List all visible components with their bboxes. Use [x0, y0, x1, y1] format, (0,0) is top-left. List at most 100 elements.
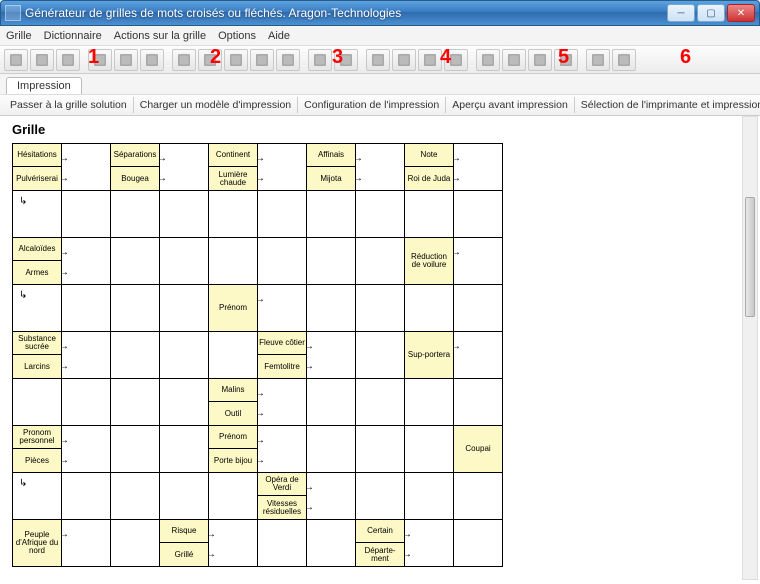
gear-icon[interactable] [586, 49, 610, 71]
minimize-button[interactable]: ─ [667, 4, 695, 22]
menu-actions[interactable]: Actions sur la grille [114, 30, 206, 42]
menu-grille[interactable]: Grille [6, 30, 32, 42]
cell-7-2[interactable] [111, 473, 160, 520]
vertical-scrollbar[interactable] [742, 116, 758, 580]
cell-1-2[interactable] [111, 191, 160, 238]
paste-icon[interactable] [198, 49, 222, 71]
cell-3-9[interactable] [454, 285, 503, 332]
cell-0-7[interactable] [356, 144, 405, 191]
cell-4-6[interactable] [307, 332, 356, 379]
cell-1-4[interactable] [209, 191, 258, 238]
cell-3-6[interactable] [307, 285, 356, 332]
cell-8-9[interactable] [454, 520, 503, 567]
grid-icon[interactable] [4, 49, 28, 71]
cell-2-6[interactable] [307, 238, 356, 285]
cell-8-1[interactable] [62, 520, 111, 567]
cell-0-1[interactable] [62, 144, 111, 191]
import-icon[interactable] [276, 49, 300, 71]
cell-8-4[interactable] [209, 520, 258, 567]
cell-2-5[interactable] [258, 238, 307, 285]
cell-1-8[interactable] [405, 191, 454, 238]
cell-4-9[interactable] [454, 332, 503, 379]
cell-5-7[interactable] [356, 379, 405, 426]
cell-7-1[interactable] [62, 473, 111, 520]
subtoolbar-item-4[interactable]: Sélection de l'imprimante et impression [575, 97, 760, 113]
cell-6-1[interactable] [62, 426, 111, 473]
play-icon[interactable] [308, 49, 332, 71]
book-icon[interactable] [476, 49, 500, 71]
copy-icon[interactable] [172, 49, 196, 71]
globe-icon[interactable] [612, 49, 636, 71]
cell-3-0[interactable]: ↳ [13, 285, 62, 332]
cell-4-2[interactable] [111, 332, 160, 379]
menu-options[interactable]: Options [218, 30, 256, 42]
books-icon[interactable] [502, 49, 526, 71]
cell-8-5[interactable] [258, 520, 307, 567]
cell-0-8[interactable]: NoteRoi de Juda→→ [405, 144, 454, 191]
cell-8-6[interactable] [307, 520, 356, 567]
cell-8-2[interactable] [111, 520, 160, 567]
cell-2-8[interactable]: Réduction de voilure→ [405, 238, 454, 285]
cell-4-4[interactable] [209, 332, 258, 379]
cell-7-9[interactable] [454, 473, 503, 520]
cell-5-5[interactable] [258, 379, 307, 426]
cell-5-0[interactable] [13, 379, 62, 426]
cell-0-4[interactable]: ContinentLumière chaude→→ [209, 144, 258, 191]
cell-7-0[interactable]: ↳ [13, 473, 62, 520]
cell-3-2[interactable] [111, 285, 160, 332]
cell-5-6[interactable] [307, 379, 356, 426]
cell-8-7[interactable]: CertainDéparte-ment→→ [356, 520, 405, 567]
cell-6-3[interactable] [160, 426, 209, 473]
tab-impression[interactable]: Impression [6, 77, 82, 94]
cell-8-8[interactable] [405, 520, 454, 567]
cell-5-8[interactable] [405, 379, 454, 426]
cell-7-5[interactable]: Opéra de VerdiVitesses résiduelles→→ [258, 473, 307, 520]
cell-7-3[interactable] [160, 473, 209, 520]
cell-4-5[interactable]: Fleuve côtierFemtolitre→→ [258, 332, 307, 379]
cell-7-4[interactable] [209, 473, 258, 520]
cell-0-9[interactable] [454, 144, 503, 191]
cell-1-0[interactable]: ↳ [13, 191, 62, 238]
cell-2-7[interactable] [356, 238, 405, 285]
cell-6-5[interactable] [258, 426, 307, 473]
find-icon[interactable] [444, 49, 468, 71]
cell-2-1[interactable] [62, 238, 111, 285]
save-icon[interactable] [114, 49, 138, 71]
cell-2-0[interactable]: AlcaloïdesArmes→→ [13, 238, 62, 285]
cell-1-7[interactable] [356, 191, 405, 238]
cell-4-8[interactable]: Sup-portera→ [405, 332, 454, 379]
cell-0-6[interactable]: AffinaisMijota→→ [307, 144, 356, 191]
cell-4-7[interactable] [356, 332, 405, 379]
tools-icon[interactable] [554, 49, 578, 71]
cell-2-3[interactable] [160, 238, 209, 285]
subtoolbar-item-3[interactable]: Aperçu avant impression [446, 97, 575, 113]
cell-3-1[interactable] [62, 285, 111, 332]
play2-icon[interactable] [334, 49, 358, 71]
dict-icon[interactable] [528, 49, 552, 71]
close-button[interactable]: ✕ [727, 4, 755, 22]
cell-2-9[interactable] [454, 238, 503, 285]
cell-4-0[interactable]: Substance sucréeLarcins→→ [13, 332, 62, 379]
maximize-button[interactable]: ▢ [697, 4, 725, 22]
scrollbar-thumb[interactable] [745, 197, 755, 317]
cell-0-2[interactable]: SéparationsBougea→→ [111, 144, 160, 191]
layers-icon[interactable] [224, 49, 248, 71]
cell-7-8[interactable] [405, 473, 454, 520]
cell-3-8[interactable] [405, 285, 454, 332]
cell-3-7[interactable] [356, 285, 405, 332]
subtoolbar-item-0[interactable]: Passer à la grille solution [4, 97, 134, 113]
cell-1-9[interactable] [454, 191, 503, 238]
cell-7-7[interactable] [356, 473, 405, 520]
cell-8-0[interactable]: Peuple d'Afrique du nord→ [13, 520, 62, 567]
cell-5-9[interactable] [454, 379, 503, 426]
cell-2-4[interactable] [209, 238, 258, 285]
cell-4-1[interactable] [62, 332, 111, 379]
cell-6-2[interactable] [111, 426, 160, 473]
export-icon[interactable] [250, 49, 274, 71]
cell-6-7[interactable] [356, 426, 405, 473]
cell-1-1[interactable] [62, 191, 111, 238]
cell-1-6[interactable] [307, 191, 356, 238]
cell-5-2[interactable] [111, 379, 160, 426]
cell-4-3[interactable] [160, 332, 209, 379]
menu-dictionnaire[interactable]: Dictionnaire [44, 30, 102, 42]
